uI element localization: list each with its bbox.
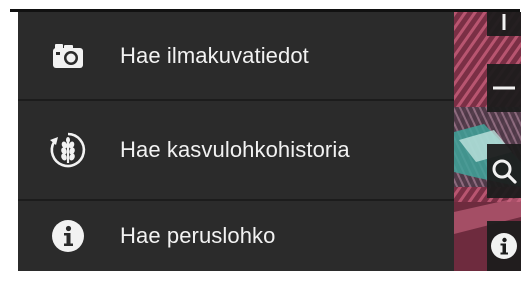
zoom-in-icon [502,14,506,30]
zoom-in-button[interactable] [487,12,521,36]
app-viewport: Hae ilmakuvatiedot Hae kasvulohkohistori… [18,12,521,271]
menu-item-label: Hae ilmakuvatiedot [120,42,309,68]
menu-item-label: Hae kasvulohkohistoria [120,137,350,162]
map-info-button[interactable] [487,221,521,271]
zoom-out-button[interactable] [487,64,521,112]
map-controls [454,12,521,271]
info-icon [491,233,517,259]
side-menu: Hae ilmakuvatiedot Hae kasvulohkohistori… [18,12,454,271]
menu-item-label: Hae peruslohko [120,223,276,248]
crop-history-icon [46,128,90,172]
menu-item-crop-plot-history[interactable]: Hae kasvulohkohistoria [18,101,454,199]
camera-icon [46,34,90,78]
info-icon [46,214,90,258]
search-icon [492,159,517,184]
menu-item-aerial-photo-data[interactable]: Hae ilmakuvatiedot [18,12,454,99]
menu-item-basic-parcel[interactable]: Hae peruslohko [18,201,454,271]
zoom-out-icon [493,86,515,90]
map-search-button[interactable] [487,144,521,198]
